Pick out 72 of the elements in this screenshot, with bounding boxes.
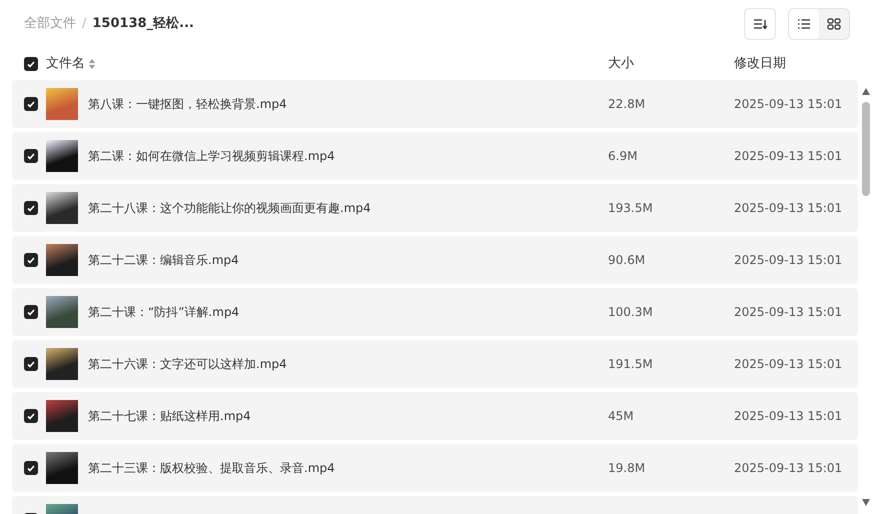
column-header[interactable]: 文件名 bbox=[46, 54, 85, 74]
checkbox[interactable] bbox=[24, 201, 38, 215]
grid-view-icon bbox=[827, 18, 841, 30]
file-row[interactable]: 第二十八课：这个功能能让你的视频画面更有趣.mp4 193.5M 2025-09-13 15:01 bbox=[12, 184, 858, 232]
breadcrumb-separator: / bbox=[82, 15, 86, 34]
scroll-up-icon[interactable] bbox=[862, 88, 870, 95]
video-thumbnail bbox=[46, 244, 78, 276]
file-row[interactable]: 第八课：一键抠图，轻松换背景.mp4 22.8M 2025-09-13 15:01 bbox=[12, 80, 858, 128]
check-icon bbox=[27, 204, 35, 212]
check-icon bbox=[27, 100, 35, 108]
checkbox[interactable] bbox=[24, 305, 38, 319]
file-size: 22.8M bbox=[608, 96, 646, 113]
checkbox[interactable] bbox=[24, 357, 38, 371]
file-size: 90.6M bbox=[608, 252, 646, 269]
scroll-down-icon[interactable] bbox=[862, 499, 870, 506]
modified-date: 2025-09-13 15:01 bbox=[734, 148, 842, 165]
list-view-button[interactable] bbox=[789, 9, 819, 39]
file-name: 第二十三课：版权校验、提取音乐、录音.mp4 bbox=[88, 460, 335, 477]
breadcrumb-item: 150138_轻松... bbox=[92, 15, 194, 34]
modified-date: 2025-09-13 15:01 bbox=[734, 460, 842, 477]
file-name: 第二十六课：文字还可以这样加.mp4 bbox=[88, 356, 287, 373]
file-size: 19.8M bbox=[608, 460, 646, 477]
file-name: 第八课：一键抠图，轻松换背景.mp4 bbox=[88, 96, 287, 113]
checkbox[interactable] bbox=[24, 57, 38, 71]
sort-icon bbox=[753, 18, 767, 30]
column-header[interactable]: 大小 bbox=[608, 54, 634, 74]
checkbox[interactable] bbox=[24, 97, 38, 111]
modified-date: 2025-09-13 15:01 bbox=[734, 304, 842, 321]
file-row[interactable]: 第二十课：“防抖”详解.mp4 100.3M 2025-09-13 15:01 bbox=[12, 288, 858, 336]
list-view-icon bbox=[797, 18, 811, 30]
check-icon bbox=[27, 308, 35, 316]
column-header[interactable]: 修改日期 bbox=[734, 54, 786, 74]
video-thumbnail bbox=[46, 348, 78, 380]
file-size: 45M bbox=[608, 408, 634, 425]
check-icon bbox=[27, 464, 35, 472]
video-thumbnail bbox=[46, 140, 78, 172]
file-size: 191.5M bbox=[608, 356, 653, 373]
video-thumbnail bbox=[46, 192, 78, 224]
video-thumbnail bbox=[46, 296, 78, 328]
sort-arrows-icon[interactable] bbox=[89, 59, 95, 69]
check-icon bbox=[27, 412, 35, 420]
modified-date: 2025-09-13 15:01 bbox=[734, 408, 842, 425]
file-size: 193.5M bbox=[608, 200, 653, 217]
file-name: 第二十七课：贴纸这样用.mp4 bbox=[88, 408, 251, 425]
checkbox[interactable] bbox=[24, 461, 38, 475]
check-icon bbox=[27, 256, 35, 264]
check-icon bbox=[27, 152, 35, 160]
file-row[interactable]: 第二十三课：版权校验、提取音乐、录音.mp4 19.8M 2025-09-13 15:01 bbox=[12, 444, 858, 492]
video-thumbnail bbox=[46, 88, 78, 120]
file-size: 100.3M bbox=[608, 304, 653, 321]
file-name: 第二课：如何在微信上学习视频剪辑课程.mp4 bbox=[88, 148, 335, 165]
checkbox[interactable] bbox=[24, 409, 38, 423]
file-row[interactable]: 第二课：如何在微信上学习视频剪辑课程.mp4 6.9M 2025-09-13 15:01 bbox=[12, 132, 858, 180]
video-thumbnail bbox=[46, 452, 78, 484]
modified-date: 2025-09-13 15:01 bbox=[734, 200, 842, 217]
modified-date: 2025-09-13 15:01 bbox=[734, 356, 842, 373]
scrollbar-thumb[interactable] bbox=[862, 102, 870, 196]
file-name: 第二十八课：这个功能能让你的视频画面更有趣.mp4 bbox=[88, 200, 371, 217]
file-row[interactable]: 第二十七课：贴纸这样用.mp4 45M 2025-09-13 15:01 bbox=[12, 392, 858, 440]
checkbox[interactable] bbox=[24, 253, 38, 267]
file-size: 6.9M bbox=[608, 148, 638, 165]
sort-button[interactable] bbox=[744, 8, 776, 40]
file-name: 第二十二课：编辑音乐.mp4 bbox=[88, 252, 239, 269]
file-row[interactable]: 第二十六课：文字还可以这样加.mp4 191.5M 2025-09-13 15:01 bbox=[12, 340, 858, 388]
file-row[interactable]: 第二十二课：编辑音乐.mp4 90.6M 2025-09-13 15:01 bbox=[12, 236, 858, 284]
video-thumbnail bbox=[46, 400, 78, 432]
check-icon bbox=[27, 360, 35, 368]
modified-date: 2025-09-13 15:01 bbox=[734, 252, 842, 269]
file-name: 第二十课：“防抖”详解.mp4 bbox=[88, 304, 240, 321]
check-icon bbox=[27, 60, 35, 68]
checkbox[interactable] bbox=[24, 149, 38, 163]
modified-date: 2025-09-13 15:01 bbox=[734, 96, 842, 113]
